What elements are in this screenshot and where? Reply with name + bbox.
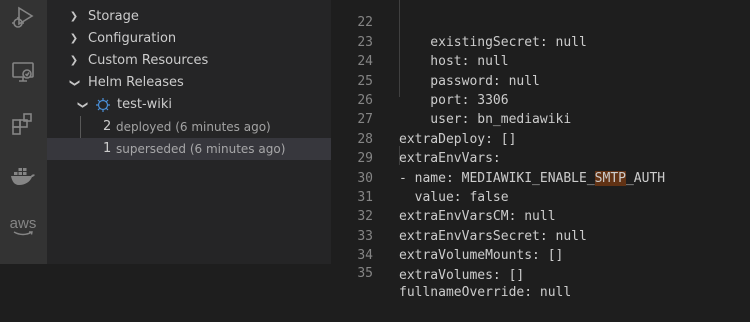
tree-item-label: test-wiki: [117, 97, 173, 112]
line-text: extraVolumes: []: [399, 267, 525, 283]
tree-item-configuration[interactable]: ❯ Configuration: [47, 28, 331, 50]
tree-item-label: Custom Resources: [88, 53, 209, 68]
code-line: 25 port: 3306: [331, 52, 750, 108]
chevron-down-icon: ❯: [77, 100, 88, 110]
tree-item-helm-releases[interactable]: ❯ Helm Releases: [47, 72, 331, 94]
tree-item-custom-resources[interactable]: ❯ Custom Resources: [47, 50, 331, 72]
revision-number: 1: [103, 141, 112, 156]
code-line: 27 extraDeploy: []: [331, 91, 750, 146]
aws-icon[interactable]: aws: [8, 212, 38, 242]
chevron-right-icon: ❯: [69, 55, 79, 66]
extensions-icon[interactable]: [8, 109, 38, 139]
line-text: fullnameOverride: null: [399, 285, 572, 301]
code-line: 22 existingSecret: null: [331, 0, 750, 49]
docker-icon[interactable]: [8, 161, 38, 191]
helm-icon: [95, 97, 111, 113]
tree-item-revision-2[interactable]: 2 deployed (6 minutes ago): [47, 116, 331, 138]
revision-status: deployed (6 minutes ago): [116, 120, 271, 134]
code-line: 32 extraEnvVarsSecret: null: [331, 188, 750, 243]
aws-label: aws: [9, 215, 37, 232]
code-line: 26 user: bn_mediawiki: [331, 72, 750, 127]
tree-item-label: Configuration: [88, 31, 177, 46]
revision-number: 2: [103, 119, 112, 134]
remote-explorer-icon[interactable]: [8, 57, 38, 87]
line-number: 35: [357, 266, 373, 281]
code-line: 23 host: null: [331, 13, 750, 69]
code-line: 24 password: null: [331, 33, 750, 88]
revision-status: superseded (6 minutes ago): [116, 142, 286, 156]
code-line: 34 extraVolumes: []: [331, 227, 750, 282]
chevron-right-icon: ❯: [69, 33, 79, 44]
code-line: 30 value: false: [331, 149, 750, 205]
run-debug-icon[interactable]: [8, 3, 38, 33]
tree-item-storage[interactable]: ❯ Storage: [47, 6, 331, 28]
chevron-down-icon: ❯: [69, 78, 80, 88]
code-line: 29 - name: MEDIAWIKI_ENABLE_SMTP_AUTH: [331, 130, 750, 186]
code-line: 35 fullnameOverride: null: [331, 245, 750, 300]
code-line: 33 extraVolumeMounts: []: [331, 207, 750, 263]
yaml-editor[interactable]: 22 existingSecret: null 23 host: null 24…: [331, 0, 750, 300]
code-line: 28 extraEnvVars:: [331, 110, 750, 166]
kubernetes-explorer-tree: ❯ Storage ❯ Configuration ❯ Custom Resou…: [47, 0, 331, 264]
tree-item-revision-1[interactable]: 1 superseded (6 minutes ago): [47, 138, 331, 160]
tree-item-label: Helm Releases: [88, 75, 184, 90]
code-line: 31 extraEnvVarsCM: null: [331, 169, 750, 224]
chevron-right-icon: ❯: [69, 11, 79, 22]
activity-bar: aws: [0, 0, 47, 264]
tree-item-label: Storage: [88, 9, 139, 24]
tree-item-test-wiki[interactable]: ❯ test-wiki: [47, 94, 331, 116]
